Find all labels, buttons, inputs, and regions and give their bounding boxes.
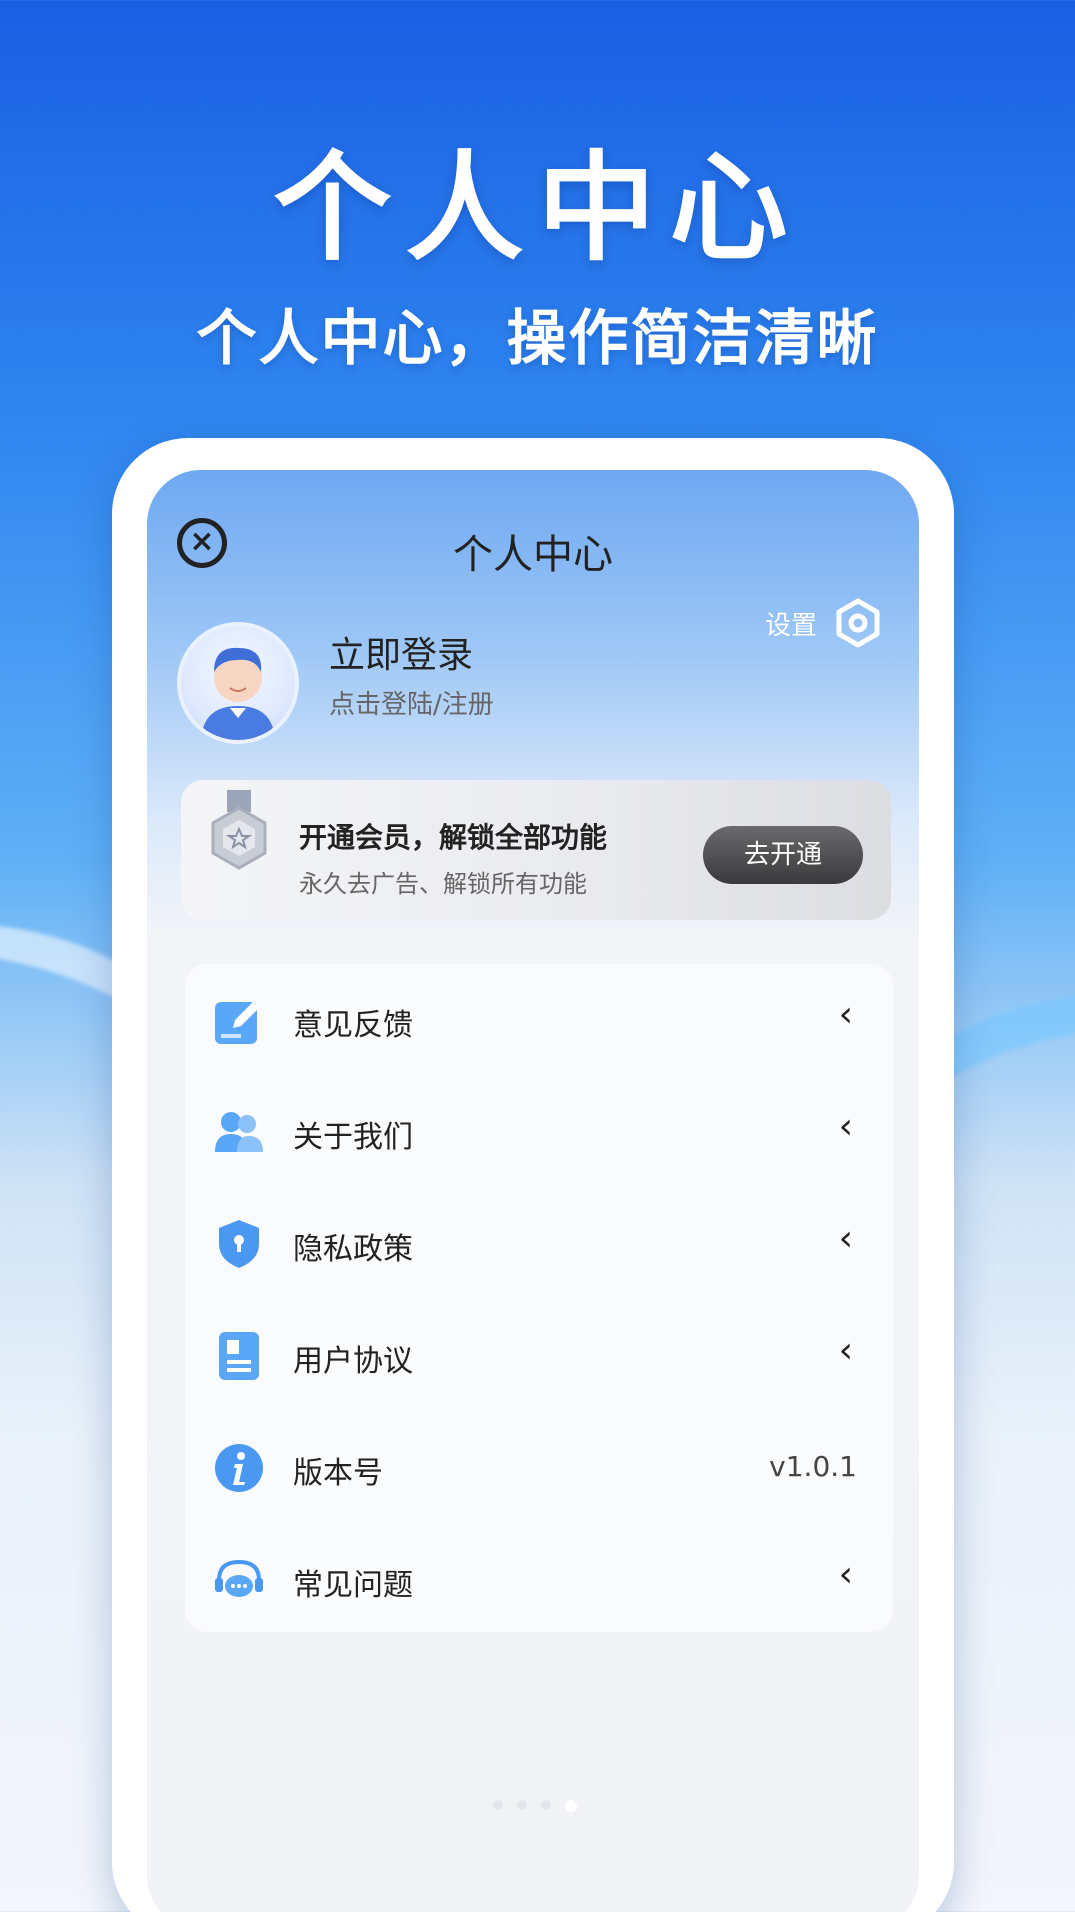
menu-label: 用户协议: [293, 1344, 413, 1379]
settings-button[interactable]: 设置: [765, 598, 881, 648]
chat-support-icon: [213, 1554, 265, 1606]
page-title: 个人中心: [453, 532, 613, 578]
feedback-edit-icon: [213, 994, 265, 1046]
menu-item-privacy[interactable]: 隐私政策 ‹: [185, 1188, 893, 1300]
menu-label: 关于我们: [293, 1120, 413, 1155]
version-value: v1.0.1: [769, 1450, 857, 1483]
activate-vip-button[interactable]: 去开通: [703, 826, 863, 884]
page-dot-active: [565, 1800, 577, 1812]
page-dot: [517, 1800, 527, 1810]
login-subtitle[interactable]: 点击登陆/注册: [329, 684, 494, 721]
chevron-left-icon: ‹: [838, 1554, 853, 1595]
chevron-left-icon: ‹: [838, 994, 853, 1035]
top-bar: × 个人中心: [147, 514, 919, 584]
menu-item-faq[interactable]: 常见问题 ‹: [185, 1524, 893, 1636]
menu-item-version: 版本号 v1.0.1: [185, 1412, 893, 1524]
users-icon: [213, 1106, 265, 1158]
avatar[interactable]: [177, 622, 299, 744]
banner-headline: 个人中心: [273, 139, 802, 277]
page-dot: [541, 1800, 551, 1810]
menu-label: 常见问题: [293, 1568, 413, 1603]
menu-label: 意见反馈: [293, 1008, 413, 1043]
menu-list: 意见反馈 ‹ 关于我们 ‹ 隐私政策 ‹ 用户协议 ‹ 版本号 v1.0.1 常…: [185, 964, 893, 1632]
menu-item-user-agreement[interactable]: 用户协议 ‹: [185, 1300, 893, 1412]
page-dot: [493, 1800, 503, 1810]
medal-icon: [199, 790, 279, 890]
menu-item-about[interactable]: 关于我们 ‹: [185, 1076, 893, 1188]
chevron-left-icon: ‹: [838, 1218, 853, 1259]
login-title[interactable]: 立即登录: [329, 626, 473, 678]
document-icon: [213, 1330, 265, 1382]
gear-icon: [835, 598, 881, 648]
menu-label: 版本号: [293, 1456, 383, 1491]
vip-card[interactable]: 开通会员，解锁全部功能 永久去广告、解锁所有功能 去开通: [181, 780, 891, 920]
phone-screen: × 个人中心 设置 立即登录 点击登陆/注册 开通会员，解锁全部功能 永久去广告…: [147, 470, 919, 1912]
info-icon: [213, 1442, 265, 1494]
shield-icon: [213, 1218, 265, 1270]
vip-title: 开通会员，解锁全部功能: [299, 821, 608, 854]
menu-item-feedback[interactable]: 意见反馈 ‹: [185, 964, 893, 1076]
banner-subline: 个人中心，操作简洁清晰: [196, 304, 879, 374]
vip-subtitle: 永久去广告、解锁所有功能: [299, 870, 587, 898]
chevron-left-icon: ‹: [838, 1330, 853, 1371]
chevron-left-icon: ‹: [838, 1106, 853, 1147]
menu-label: 隐私政策: [293, 1232, 413, 1267]
page-indicator: [493, 1800, 577, 1812]
settings-label: 设置: [764, 610, 817, 641]
